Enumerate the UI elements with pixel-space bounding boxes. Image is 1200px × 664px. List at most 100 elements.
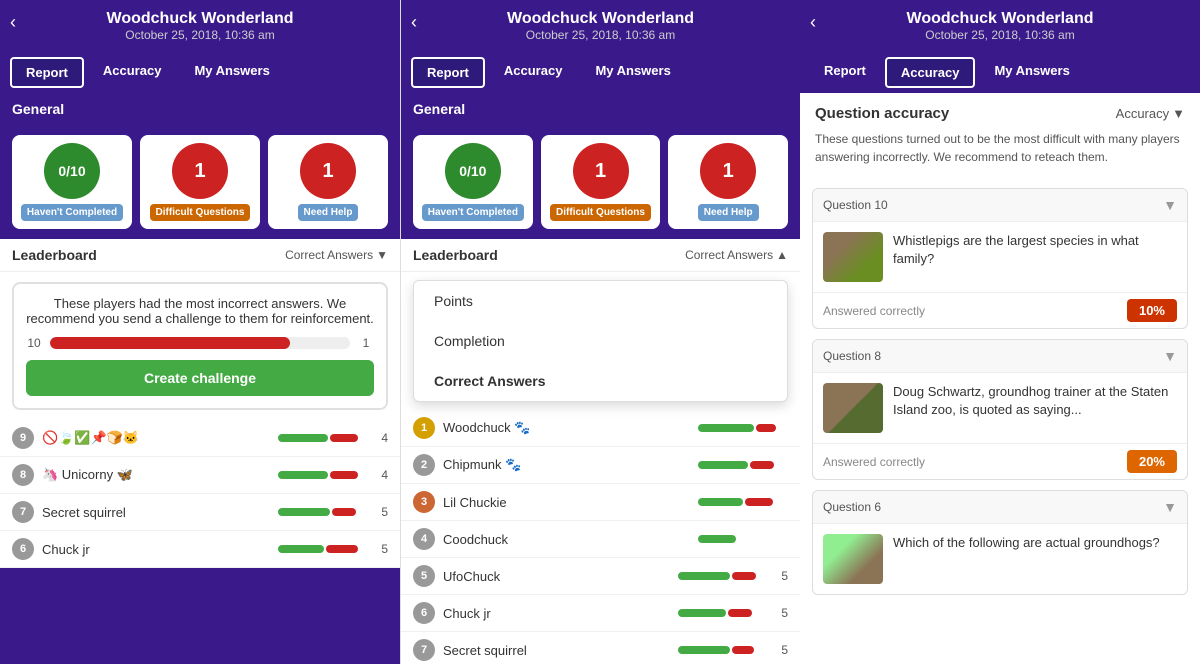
red-bar — [732, 572, 756, 580]
question-body-10: Whistlepigs are the largest species in w… — [813, 222, 1187, 292]
green-bar — [678, 609, 726, 617]
answered-row-8: Answered correctly 20% — [813, 443, 1187, 479]
accuracy-header: Question accuracy Accuracy ▼ — [815, 105, 1185, 122]
question-number-10: Question 10 — [823, 198, 888, 212]
question-card-6: Question 6 ▼ Which of the following are … — [812, 490, 1188, 595]
player-name: 🚫🍃✅📌🍞🐱 — [42, 430, 270, 446]
list-item: 6 Chuck jr 5 — [0, 531, 400, 568]
tab-report-2[interactable]: Report — [411, 57, 485, 88]
red-bar — [330, 471, 358, 479]
list-item: 8 🦄 Unicorny 🦋 4 — [0, 457, 400, 494]
leaderboard-sort-1[interactable]: Correct Answers ▼ — [285, 248, 388, 262]
chevron-up-icon: ▲ — [776, 248, 788, 262]
red-bar — [750, 461, 774, 469]
general-label-1: General — [0, 93, 400, 125]
needhelp-badge-1: Need Help — [298, 204, 359, 221]
gen-card-havent-1: 0/10 Haven't Completed — [12, 135, 132, 229]
tab-myanswers-3[interactable]: My Answers — [980, 57, 1083, 88]
red-bar — [332, 508, 356, 516]
difficult-circle-2: 1 — [573, 143, 629, 199]
lb-bars — [278, 545, 368, 553]
answered-row-10: Answered correctly 10% — [813, 292, 1187, 328]
chevron-down-icon[interactable]: ▼ — [1163, 197, 1177, 213]
progress-row-1: 10 1 — [26, 336, 374, 350]
list-item: 3 Lil Chuckie — [401, 484, 800, 521]
progress-right-1: 1 — [358, 336, 374, 350]
player-name: Chipmunk 🐾 — [443, 457, 690, 473]
needhelp-badge-2: Need Help — [698, 204, 759, 221]
panel-2-scroll: General 0/10 Haven't Completed 1 Difficu… — [401, 93, 800, 664]
dropdown-points[interactable]: Points — [414, 281, 787, 321]
question-card-8: Question 8 ▼ Doug Schwartz, groundhog tr… — [812, 339, 1188, 480]
panel-1-tabs: Report Accuracy My Answers — [0, 52, 400, 93]
needhelp-circle-1: 1 — [300, 143, 356, 199]
leaderboard-list-1: 9 🚫🍃✅📌🍞🐱 4 8 🦄 Unicorny 🦋 4 — [0, 420, 400, 568]
difficult-circle-1: 1 — [172, 143, 228, 199]
green-bar — [278, 471, 328, 479]
panel-3-tabs: Report Accuracy My Answers — [800, 52, 1200, 93]
green-bar — [698, 461, 748, 469]
panel-2: ‹ Woodchuck Wonderland October 25, 2018,… — [400, 0, 800, 664]
challenge-text-1: These players had the most incorrect ans… — [26, 296, 374, 326]
rank-badge: 1 — [413, 417, 435, 439]
question-card-10: Question 10 ▼ Whistlepigs are the larges… — [812, 188, 1188, 329]
panel-1: ‹ Woodchuck Wonderland October 25, 2018,… — [0, 0, 400, 664]
lb-bars — [698, 424, 788, 432]
tab-myanswers-2[interactable]: My Answers — [581, 57, 684, 88]
lb-bars — [278, 508, 368, 516]
question-text-8: Doug Schwartz, groundhog trainer at the … — [893, 383, 1177, 433]
dropdown-correct-answers[interactable]: Correct Answers — [414, 361, 787, 401]
player-count: 5 — [776, 569, 788, 583]
tab-accuracy-1[interactable]: Accuracy — [89, 57, 176, 88]
player-name: UfoChuck — [443, 569, 670, 584]
rank-badge: 9 — [12, 427, 34, 449]
rank-badge: 3 — [413, 491, 435, 513]
leaderboard-list-2: 1 Woodchuck 🐾 2 Chipmunk 🐾 — [401, 410, 800, 664]
player-name: Chuck jr — [42, 542, 270, 557]
tab-accuracy-3[interactable]: Accuracy — [885, 57, 976, 88]
dropdown-completion[interactable]: Completion — [414, 321, 787, 361]
sort-dropdown: Points Completion Correct Answers — [413, 280, 788, 402]
general-label-2: General — [401, 93, 800, 125]
lb-bars — [678, 572, 768, 580]
chevron-down-icon[interactable]: ▼ — [1163, 499, 1177, 515]
lb-bars — [278, 434, 368, 442]
tab-report-3[interactable]: Report — [810, 57, 880, 88]
gen-card-difficult-1: 1 Difficult Questions — [140, 135, 260, 229]
rank-badge: 6 — [413, 602, 435, 624]
panel-1-scroll: General 0/10 Haven't Completed 1 Difficu… — [0, 93, 400, 664]
leaderboard-header-2: Leaderboard Correct Answers ▲ — [401, 239, 800, 272]
havent-circle-1: 0/10 — [44, 143, 100, 199]
list-item: 9 🚫🍃✅📌🍞🐱 4 — [0, 420, 400, 457]
lb-bars — [698, 535, 788, 543]
question-image-10 — [823, 232, 883, 282]
list-item: 6 Chuck jr 5 — [401, 595, 800, 632]
accuracy-sort[interactable]: Accuracy ▼ — [1116, 106, 1185, 121]
accuracy-description: These questions turned out to be the mos… — [815, 130, 1185, 166]
red-bar — [330, 434, 358, 442]
tab-accuracy-2[interactable]: Accuracy — [490, 57, 577, 88]
create-challenge-button-1[interactable]: Create challenge — [26, 360, 374, 396]
difficult-badge-1: Difficult Questions — [150, 204, 251, 221]
lb-bars — [278, 471, 368, 479]
accuracy-section: Question accuracy Accuracy ▼ These quest… — [800, 93, 1200, 188]
back-button-3[interactable]: ‹ — [810, 12, 816, 33]
list-item: 2 Chipmunk 🐾 — [401, 447, 800, 484]
red-bar — [732, 646, 754, 654]
player-name: 🦄 Unicorny 🦋 — [42, 467, 270, 483]
chevron-down-icon: ▼ — [376, 248, 388, 262]
panel-3-subtitle: October 25, 2018, 10:36 am — [925, 28, 1074, 42]
tab-report-1[interactable]: Report — [10, 57, 84, 88]
rank-badge: 6 — [12, 538, 34, 560]
chevron-down-icon[interactable]: ▼ — [1163, 348, 1177, 364]
tab-myanswers-1[interactable]: My Answers — [180, 57, 283, 88]
green-bar — [678, 572, 730, 580]
player-count: 4 — [376, 431, 388, 445]
question-text-6: Which of the following are actual ground… — [893, 534, 1160, 584]
back-button-2[interactable]: ‹ — [411, 12, 417, 33]
back-button-1[interactable]: ‹ — [10, 12, 16, 33]
accuracy-title: Question accuracy — [815, 105, 949, 122]
rank-badge: 7 — [12, 501, 34, 523]
progress-left-1: 10 — [26, 336, 42, 350]
leaderboard-sort-2[interactable]: Correct Answers ▲ — [685, 248, 788, 262]
